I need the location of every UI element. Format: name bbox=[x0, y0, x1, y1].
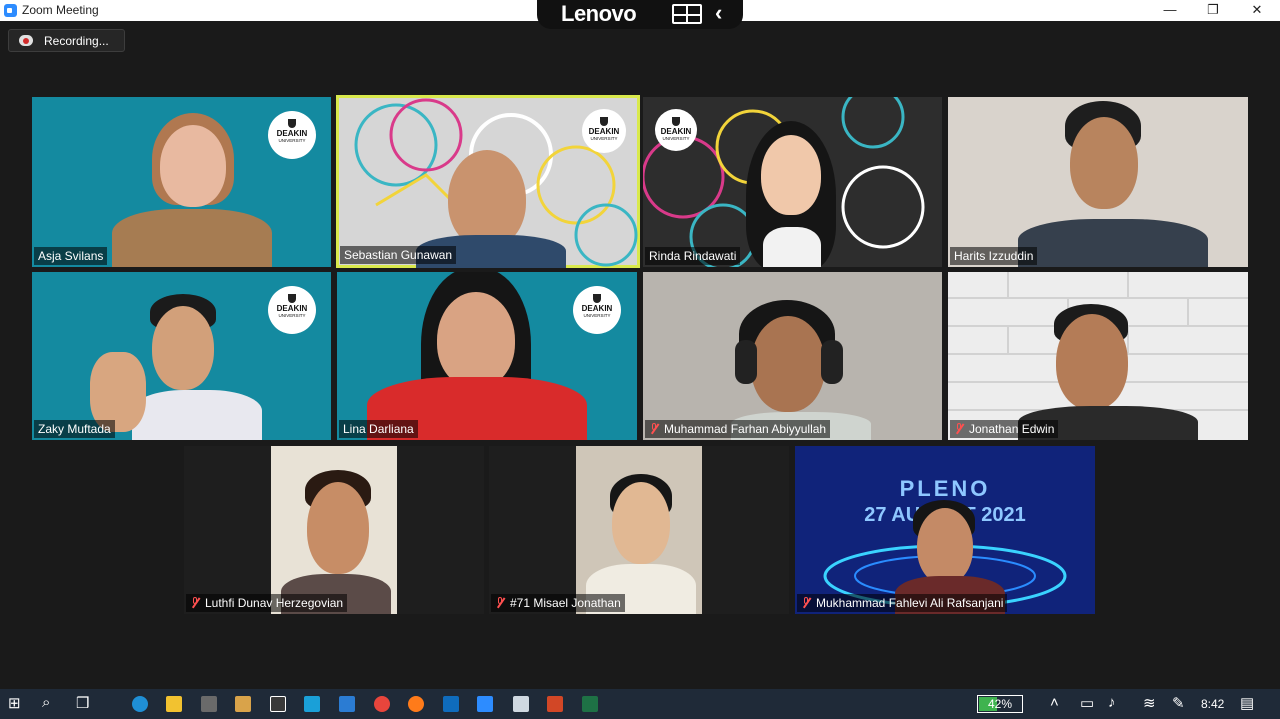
participant-name: Jonathan Edwin bbox=[950, 420, 1059, 438]
participant-name: Asja Svilans bbox=[34, 247, 108, 265]
recording-indicator[interactable]: Recording... bbox=[8, 29, 125, 52]
search-icon[interactable]: ⌕ bbox=[42, 694, 50, 711]
pen-icon[interactable]: ✎ bbox=[1172, 694, 1185, 712]
video-tile-active-speaker[interactable]: DEAKIN UNIVERSITY Sebastian Gunawan bbox=[336, 95, 640, 268]
deakin-logo: DEAKIN UNIVERSITY bbox=[573, 286, 621, 334]
zoom-app-icon bbox=[4, 4, 17, 17]
excel-icon[interactable] bbox=[582, 696, 598, 712]
notification-icon[interactable]: ▤ bbox=[1240, 694, 1254, 712]
lenovo-brand: Lenovo bbox=[561, 1, 637, 26]
muted-mic-icon bbox=[649, 423, 659, 434]
video-tile[interactable]: DEAKIN UNIVERSITY Asja Svilans bbox=[32, 97, 331, 267]
powerpoint-icon[interactable] bbox=[547, 696, 563, 712]
wifi-icon[interactable]: ≋ bbox=[1143, 694, 1156, 712]
windows-taskbar: ⊞ ⌕ ❒ 42% ˄ ▭ ♪ ≋ ✎ 8:42 ▤ bbox=[0, 689, 1280, 719]
app-icon[interactable] bbox=[304, 696, 320, 712]
muted-mic-icon bbox=[190, 597, 200, 608]
participant-name: Rinda Rindawati bbox=[645, 247, 741, 265]
recording-label: Recording... bbox=[44, 34, 109, 48]
cloud-record-icon bbox=[19, 35, 33, 46]
video-tile[interactable]: #71 Misael Jonathan bbox=[489, 446, 789, 614]
video-tile[interactable]: DEAKIN UNIVERSITY Rinda Rindawati bbox=[643, 97, 942, 267]
deakin-logo: DEAKIN UNIVERSITY bbox=[268, 111, 316, 159]
participant-video bbox=[576, 446, 702, 614]
battery-percent: 42% bbox=[987, 697, 1013, 711]
video-tile[interactable]: DEAKIN UNIVERSITY Lina Darliana bbox=[337, 272, 637, 440]
lenovo-banner: Lenovo ‹ bbox=[537, 0, 743, 29]
chevron-left-icon[interactable]: ‹ bbox=[715, 0, 722, 26]
participant-name: #71 Misael Jonathan bbox=[491, 594, 625, 612]
store-icon[interactable] bbox=[270, 696, 286, 712]
app-icon[interactable] bbox=[513, 696, 529, 712]
window-title: Zoom Meeting bbox=[22, 3, 99, 17]
participant-name: Lina Darliana bbox=[339, 420, 418, 438]
participant-name: Muhammad Farhan Abiyyullah bbox=[645, 420, 831, 438]
minimize-button[interactable]: — bbox=[1150, 0, 1190, 21]
restore-button[interactable]: ❐ bbox=[1193, 0, 1233, 21]
deakin-logo: DEAKIN UNIVERSITY bbox=[268, 286, 316, 334]
participant-name: Mukhammad Fahlevi Ali Rafsanjani bbox=[797, 594, 1008, 612]
video-tile[interactable]: Harits Izzuddin bbox=[948, 97, 1248, 267]
close-button[interactable]: ✕ bbox=[1237, 0, 1277, 21]
participant-name: Zaky Muftada bbox=[34, 420, 115, 438]
volume-icon[interactable]: ♪ bbox=[1108, 694, 1116, 711]
participant-video bbox=[271, 446, 397, 614]
mail-icon[interactable] bbox=[339, 696, 355, 712]
video-tile[interactable]: PLENO 27 AUGUST 2021 Mukhammad Fahlevi A… bbox=[795, 446, 1095, 614]
outlook-icon[interactable] bbox=[443, 696, 459, 712]
file-explorer-icon[interactable] bbox=[166, 696, 182, 712]
muted-mic-icon bbox=[954, 423, 964, 434]
event-title: PLENO bbox=[899, 476, 991, 501]
video-tile[interactable]: Luthfi Dunav Herzegovian bbox=[184, 446, 484, 614]
gallery-view-icon[interactable] bbox=[672, 4, 702, 24]
participant-name: Sebastian Gunawan bbox=[340, 246, 457, 264]
video-tile[interactable]: Jonathan Edwin bbox=[948, 272, 1248, 440]
deakin-logo: DEAKIN UNIVERSITY bbox=[582, 109, 626, 153]
battery-icon[interactable]: ▭ bbox=[1080, 694, 1094, 712]
participant-name: Luthfi Dunav Herzegovian bbox=[186, 594, 348, 612]
zoom-taskbar-icon[interactable] bbox=[477, 696, 493, 712]
chevron-up-icon[interactable]: ˄ bbox=[1050, 694, 1059, 711]
battery-indicator[interactable]: 42% bbox=[977, 695, 1023, 713]
firefox-icon[interactable] bbox=[408, 696, 424, 712]
edge-icon[interactable] bbox=[132, 696, 148, 712]
deakin-logo: DEAKIN UNIVERSITY bbox=[655, 109, 697, 151]
muted-mic-icon bbox=[495, 597, 505, 608]
task-view-icon[interactable]: ❒ bbox=[76, 694, 89, 712]
participant-name: Harits Izzuddin bbox=[950, 247, 1038, 265]
video-tile[interactable]: Muhammad Farhan Abiyyullah bbox=[643, 272, 942, 440]
windows-start-icon[interactable]: ⊞ bbox=[8, 694, 21, 712]
muted-mic-icon bbox=[801, 597, 811, 608]
clock[interactable]: 8:42 bbox=[1201, 697, 1224, 711]
chrome-icon[interactable] bbox=[374, 696, 390, 712]
video-tile[interactable]: DEAKIN UNIVERSITY Zaky Muftada bbox=[32, 272, 331, 440]
app-icon[interactable] bbox=[235, 696, 251, 712]
app-icon[interactable] bbox=[201, 696, 217, 712]
